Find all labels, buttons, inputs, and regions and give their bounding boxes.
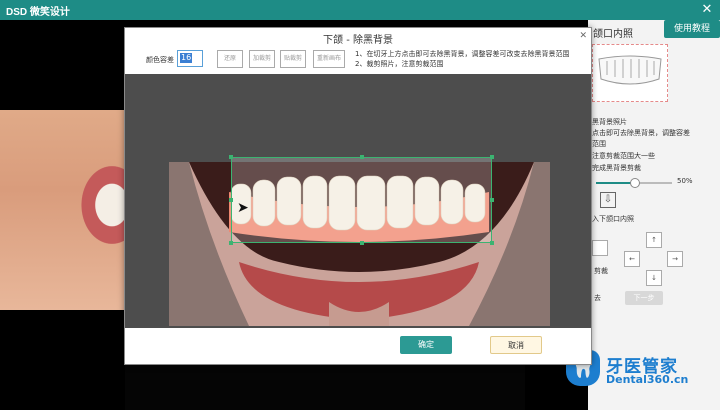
right-panel-line: 完成黑背景剪裁 <box>592 164 641 172</box>
scale-slider[interactable] <box>596 178 672 188</box>
mouse-cursor-icon: ➤ <box>237 200 249 216</box>
right-panel-title: 颌口内照 <box>593 29 633 40</box>
side-label: 去 <box>594 294 601 302</box>
right-panel-line: 黑背景照片 <box>592 118 627 126</box>
instruction-line: 1、在切牙上方点击即可去除黑背景，调整容差可改变去除黑背景范围 <box>355 50 570 58</box>
arrow-right-icon[interactable]: → <box>667 251 683 267</box>
slider-value: 50% <box>677 177 693 185</box>
background-bottom <box>125 362 525 410</box>
face-photo <box>0 110 125 310</box>
help-button[interactable]: 使用教程 <box>664 20 720 38</box>
help-button-label: 使用教程 <box>673 24 710 34</box>
right-panel-line: 注意剪裁范围大一些 <box>592 152 655 160</box>
paste-crop-button[interactable]: 贴裁剪 <box>280 50 306 68</box>
next-button[interactable]: 下一步 <box>625 291 663 305</box>
restore-button[interactable]: 还原 <box>217 50 243 68</box>
title-bar: DSD 微笑设计 ✕ <box>0 0 720 20</box>
tooth-thumbnail[interactable] <box>592 44 668 102</box>
slider-fill <box>596 182 634 184</box>
crop-handle[interactable] <box>229 198 233 202</box>
photo-canvas[interactable]: ➤ <box>125 74 591 328</box>
window-close-icon[interactable]: ✕ <box>694 0 720 20</box>
upload-label[interactable]: 入下颌口内照 <box>592 214 634 224</box>
slider-knob[interactable] <box>630 178 640 188</box>
side-label: 剪裁 <box>594 267 608 275</box>
arrow-up-icon[interactable]: ↑ <box>646 232 662 248</box>
crop-handle[interactable] <box>229 241 233 245</box>
dialog-close-icon[interactable]: ✕ <box>579 31 587 41</box>
remove-background-dialog: 下颌 - 除黑背景 ✕ 颜色容差 16 还原 加裁剪 贴裁剪 重新画布 1、在切… <box>124 27 592 365</box>
arrow-down-icon[interactable]: ↓ <box>646 270 662 286</box>
reset-canvas-button[interactable]: 重新画布 <box>313 50 345 68</box>
arrow-left-icon[interactable]: ← <box>624 251 640 267</box>
cancel-button[interactable]: 取消 <box>490 336 542 354</box>
side-button[interactable] <box>592 240 608 256</box>
tolerance-label: 颜色容差 <box>146 56 174 64</box>
app-title: DSD 微笑设计 <box>6 7 70 18</box>
confirm-button[interactable]: 确定 <box>400 336 452 354</box>
crop-rectangle[interactable] <box>229 155 494 245</box>
dialog-title: 下颌 - 除黑背景 <box>323 35 393 46</box>
lower-teeth-icon <box>598 55 662 85</box>
instruction-line: 2、裁剪照片，注意剪裁范围 <box>355 60 444 68</box>
crop-handle[interactable] <box>490 241 494 245</box>
upload-icon[interactable]: ⇩ <box>600 192 616 208</box>
tolerance-input[interactable]: 16 <box>177 50 203 67</box>
crop-handle[interactable] <box>229 155 233 159</box>
right-panel-line: 范围 <box>592 140 606 148</box>
crop-handle[interactable] <box>360 241 364 245</box>
right-panel-line: 点击即可去除黑背景，调整容差 <box>592 129 690 137</box>
add-crop-button[interactable]: 加裁剪 <box>249 50 275 68</box>
watermark-en: Dental360.cn <box>606 373 689 386</box>
crop-handle[interactable] <box>490 198 494 202</box>
crop-handle[interactable] <box>360 155 364 159</box>
tolerance-value: 16 <box>180 53 193 63</box>
crop-handle[interactable] <box>490 155 494 159</box>
